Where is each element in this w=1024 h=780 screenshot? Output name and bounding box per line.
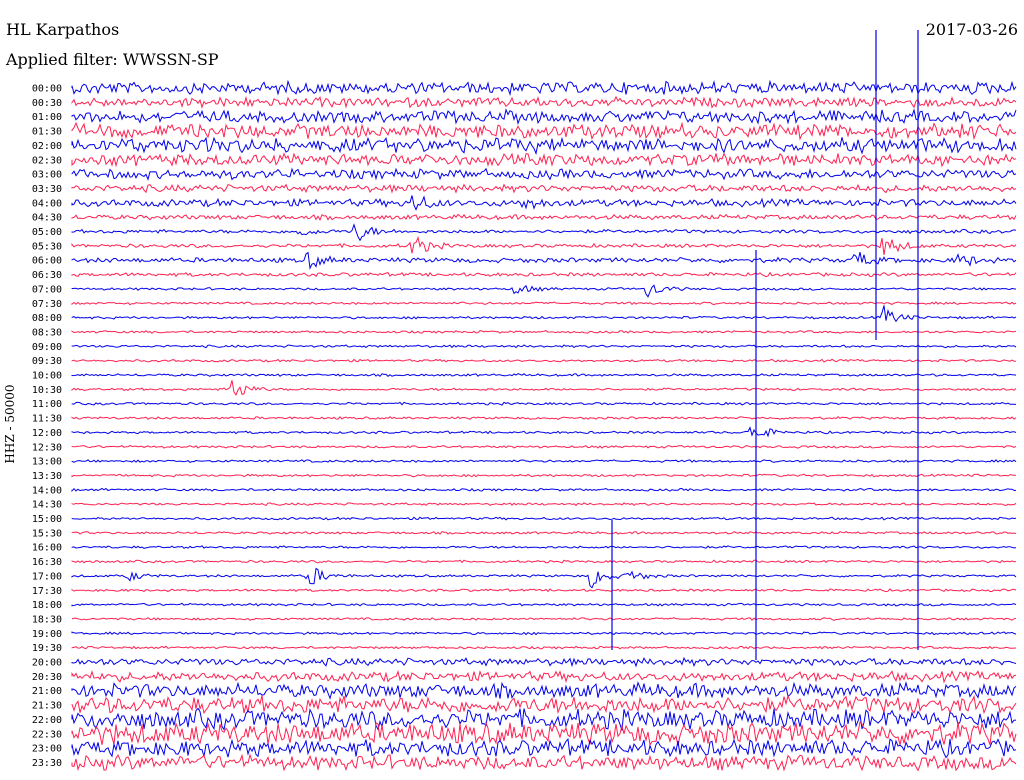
- trace-row: [71, 373, 1017, 378]
- trace-row: [71, 530, 1017, 535]
- trace-row: [71, 136, 1017, 156]
- trace-row: [71, 426, 1017, 438]
- trace-row: [71, 588, 1017, 593]
- row-label: 17:00: [32, 571, 62, 582]
- row-label: 10:00: [32, 371, 62, 382]
- row-label: 23:30: [32, 758, 62, 769]
- row-label: 18:00: [32, 600, 62, 611]
- trace-row: [71, 721, 1017, 747]
- trace-row: [71, 213, 1017, 221]
- trace-row: [71, 223, 1017, 242]
- row-label: 02:00: [32, 141, 62, 152]
- trace-row: [71, 358, 1017, 363]
- trace-row: [71, 738, 1017, 759]
- row-label: 16:00: [32, 543, 62, 554]
- row-label: 04:00: [32, 198, 62, 209]
- row-label: 14:00: [32, 485, 62, 496]
- trace-row: [71, 183, 1017, 194]
- trace-row: [71, 330, 1017, 334]
- row-label: 10:30: [32, 385, 62, 396]
- row-label: 05:00: [32, 227, 62, 238]
- trace-row: [71, 545, 1017, 549]
- trace-row: [71, 121, 1017, 141]
- trace-row: [71, 669, 1017, 684]
- trace-row: [71, 487, 1016, 493]
- trace-row: [71, 567, 1017, 589]
- row-label: 00:30: [32, 98, 62, 109]
- row-label: 13:00: [32, 457, 62, 468]
- row-label: 20:30: [32, 672, 62, 683]
- trace-row: [71, 195, 1017, 211]
- row-label: 09:30: [32, 356, 62, 367]
- trace-row: [71, 459, 1017, 463]
- row-label: 11:00: [32, 399, 62, 410]
- row-label: 07:30: [32, 299, 62, 310]
- trace-row: [71, 617, 1017, 621]
- row-label: 08:30: [32, 327, 62, 338]
- trace-row: [71, 559, 1017, 564]
- trace-row: [71, 152, 1017, 168]
- row-label: 13:30: [32, 471, 62, 482]
- trace-row: [71, 645, 1017, 650]
- trace-row: [71, 380, 1017, 396]
- trace-row: [71, 305, 1017, 323]
- row-label: 22:30: [32, 729, 62, 740]
- row-label: 07:00: [32, 284, 62, 295]
- row-label: 00:00: [32, 84, 62, 95]
- trace-row: [71, 502, 1017, 507]
- trace-row: [71, 473, 1016, 478]
- trace-row: [71, 79, 1017, 97]
- row-label: 12:30: [32, 442, 62, 453]
- row-label: 05:30: [32, 241, 62, 252]
- trace-row: [71, 602, 1017, 607]
- row-label: 08:00: [32, 313, 62, 324]
- row-label: 04:30: [32, 213, 62, 224]
- row-label: 03:00: [32, 170, 62, 181]
- trace-row: [71, 251, 1017, 270]
- row-label: 06:30: [32, 270, 62, 281]
- seismogram-plot: 00:00 00:30 01:00 01:30 02:00 02:30 03:00 03:30…: [32, 30, 1017, 772]
- trace-row: [71, 401, 1017, 406]
- row-label: 01:30: [32, 127, 62, 138]
- trace-row: [71, 656, 1017, 668]
- row-label: 11:30: [32, 414, 62, 425]
- row-label: 06:00: [32, 256, 62, 267]
- trace-row: [71, 753, 1017, 772]
- trace-row: [71, 416, 1017, 420]
- row-label: 12:00: [32, 428, 62, 439]
- row-label: 15:30: [32, 528, 62, 539]
- row-label: 21:00: [32, 686, 62, 697]
- row-label: 02:30: [32, 155, 62, 166]
- row-label: 09:00: [32, 342, 62, 353]
- trace-row: [71, 631, 1017, 636]
- trace-row: [71, 271, 1017, 278]
- row-label: 20:00: [32, 658, 62, 669]
- row-label: 23:00: [32, 744, 62, 755]
- trace-row: [71, 301, 1017, 306]
- trace-row: [71, 108, 1017, 126]
- row-label: 16:30: [32, 557, 62, 568]
- trace-row: [71, 694, 1017, 715]
- trace-row: [71, 235, 1017, 255]
- trace-row: [71, 680, 1017, 700]
- trace-row: [71, 516, 1017, 521]
- trace-row: [71, 444, 1017, 449]
- row-label: 19:30: [32, 643, 62, 654]
- row-label: 17:30: [32, 586, 62, 597]
- trace-row: [71, 284, 1017, 298]
- row-label: 21:30: [32, 701, 62, 712]
- row-label: 19:00: [32, 629, 62, 640]
- row-label: 18:30: [32, 614, 62, 625]
- trace-row: [71, 707, 1017, 731]
- row-label: 14:30: [32, 500, 62, 511]
- trace-row: [71, 95, 1017, 109]
- row-label: 22:00: [32, 715, 62, 726]
- row-label: 15:00: [32, 514, 62, 525]
- trace-row: [71, 344, 1017, 349]
- row-label: 01:00: [32, 112, 62, 123]
- row-label: 03:30: [32, 184, 62, 195]
- trace-row: [71, 167, 1017, 181]
